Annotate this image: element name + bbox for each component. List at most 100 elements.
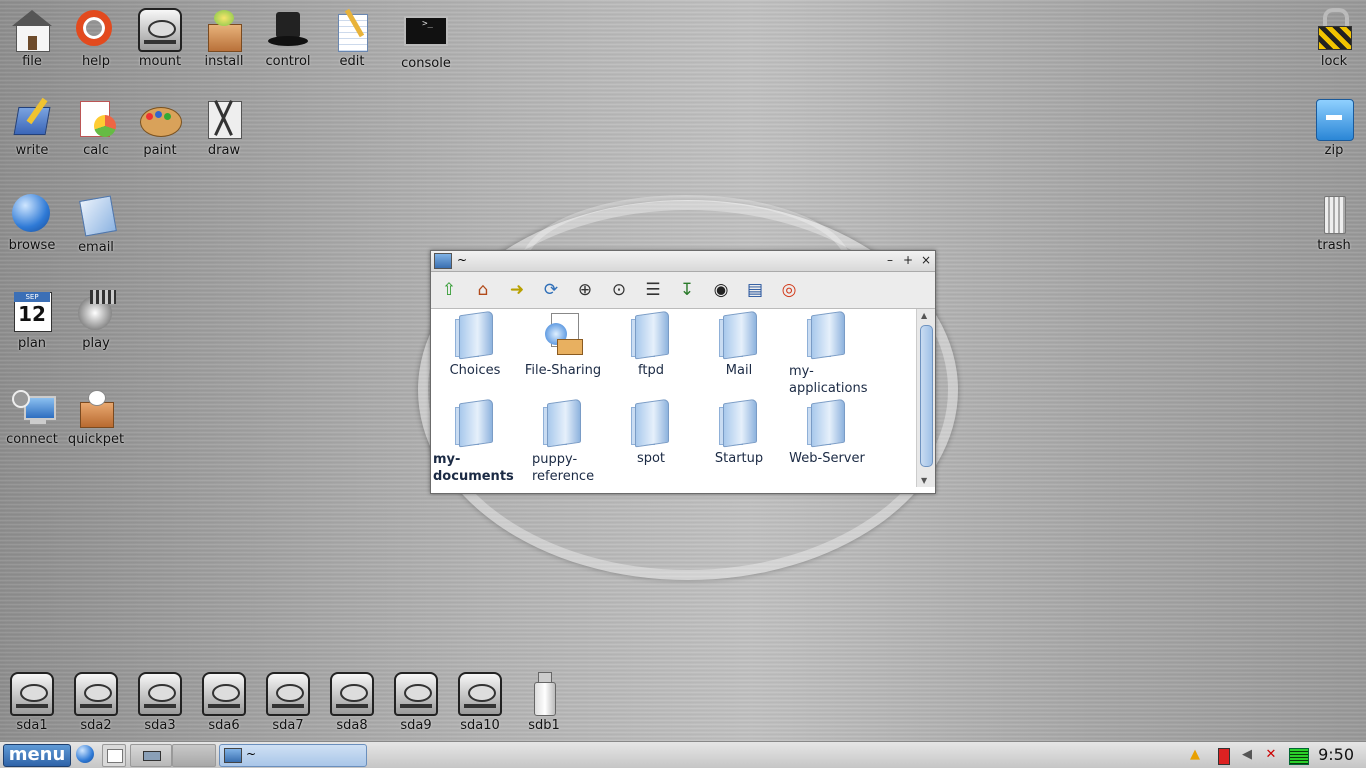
warning-icon[interactable]: ▲ <box>1186 746 1204 764</box>
help-lifebuoy-icon[interactable]: ◎ <box>777 278 801 302</box>
calendar-month: SEP <box>14 292 50 302</box>
usb-stick-icon <box>522 672 566 716</box>
file-item-label: reference <box>532 469 595 484</box>
show-hidden-eye-icon[interactable]: ◉ <box>709 278 733 302</box>
file-manager-window[interactable]: ~ – + × ⇧ ⌂ ➜ ⟳ ⊕ ⊙ ☰ ↧ ◉ ▤ ◎ Choices Fi… <box>430 250 936 494</box>
drive-icon-sdb1[interactable]: sdb1 <box>512 672 576 733</box>
desktop-icon-help[interactable]: help <box>64 8 128 69</box>
close-button[interactable]: × <box>919 253 933 267</box>
folder-icon <box>543 398 583 448</box>
desktop-icon-label: help <box>81 54 111 69</box>
vertical-scrollbar[interactable]: ▲ ▼ <box>916 309 935 487</box>
menu-button[interactable]: menu <box>3 744 71 767</box>
desktop-icon-paint[interactable]: paint <box>128 97 192 158</box>
file-item-my-applications[interactable]: my- applications <box>783 310 871 397</box>
drive-icon-sda8[interactable]: sda8 <box>320 672 384 733</box>
drive-icon-sda9[interactable]: sda9 <box>384 672 448 733</box>
desktop-icon-label: connect <box>6 432 58 447</box>
scroll-up-icon[interactable]: ▲ <box>921 311 927 320</box>
go-icon[interactable]: ➜ <box>505 278 529 302</box>
desktop-icon-control[interactable]: control <box>256 8 320 69</box>
desktop-icon-label: calc <box>83 143 109 158</box>
drive-icon-sda6[interactable]: sda6 <box>192 672 256 733</box>
drive-icon <box>138 672 182 716</box>
volume-icon[interactable]: ◀ <box>1238 746 1256 764</box>
file-item-label: my- <box>789 364 814 379</box>
home-icon[interactable]: ⌂ <box>471 278 495 302</box>
file-sharing-icon <box>543 311 583 357</box>
drive-label: sda10 <box>460 718 500 733</box>
file-item-my-documents[interactable]: my- documents <box>431 398 519 485</box>
desktop-icon-quickpet[interactable]: quickpet <box>64 386 128 447</box>
battery-icon[interactable] <box>1214 746 1232 765</box>
folder-icon <box>719 398 759 448</box>
desktop-icon-trash[interactable]: trash <box>1302 192 1366 253</box>
editor-launcher-icon[interactable] <box>102 744 126 767</box>
drive-icon-sda10[interactable]: sda10 <box>448 672 512 733</box>
drive-label: sda6 <box>208 718 240 733</box>
desktop-icon-play[interactable]: play <box>64 290 128 351</box>
desktop-icon-write[interactable]: write <box>0 97 64 158</box>
file-item-label: Startup <box>714 451 764 466</box>
zoom-in-icon[interactable]: ⊕ <box>573 278 597 302</box>
sort-az-icon[interactable]: ↧ <box>675 278 699 302</box>
calendar-icon: SEP 12 <box>10 290 54 334</box>
maximize-button[interactable]: + <box>901 253 915 267</box>
scroll-down-icon[interactable]: ▼ <box>921 476 927 485</box>
desktop-icon-calc[interactable]: calc <box>64 97 128 158</box>
folder-icon <box>807 398 847 448</box>
file-item-web-server[interactable]: Web-Server <box>783 398 871 466</box>
drive-icon-sda2[interactable]: sda2 <box>64 672 128 733</box>
desktop-icon-zip[interactable]: zip <box>1302 97 1366 158</box>
file-item-label: spot <box>636 451 666 466</box>
taskbar-window-button[interactable]: ~ <box>219 744 367 767</box>
folder-icon <box>631 310 671 360</box>
desktop-icon-connect[interactable]: connect <box>0 386 64 447</box>
workspace-2-button[interactable] <box>172 744 216 767</box>
pen-icon <box>10 97 54 141</box>
desktop-icon-label: browse <box>8 238 56 253</box>
browser-launcher-icon[interactable] <box>75 744 95 765</box>
file-item-mail[interactable]: Mail <box>695 310 783 378</box>
file-item-label: applications <box>789 381 868 396</box>
file-item-spot[interactable]: spot <box>607 398 695 466</box>
minimize-button[interactable]: – <box>883 253 897 267</box>
drive-icon <box>394 672 438 716</box>
file-item-label: File-Sharing <box>524 363 602 378</box>
desktop-icon-file[interactable]: file <box>0 8 64 69</box>
zoom-fit-icon[interactable]: ⊙ <box>607 278 631 302</box>
file-item-puppy-reference[interactable]: puppy- reference <box>519 398 607 485</box>
drive-icon-sda7[interactable]: sda7 <box>256 672 320 733</box>
window-titlebar[interactable]: ~ – + × <box>431 251 935 272</box>
file-item-ftpd[interactable]: ftpd <box>607 310 695 378</box>
desktop-icon-edit[interactable]: edit <box>320 8 384 69</box>
scrollbar-thumb[interactable] <box>920 325 933 467</box>
drive-icon-sda1[interactable]: sda1 <box>0 672 64 733</box>
desktop-icon-mount[interactable]: mount <box>128 8 192 69</box>
workspace-1-button[interactable] <box>130 744 172 767</box>
folder-icon <box>631 398 671 448</box>
file-item-choices[interactable]: Choices <box>431 310 519 378</box>
desktop-icon-browse[interactable]: browse <box>0 192 64 253</box>
file-item-file-sharing[interactable]: File-Sharing <box>519 311 607 378</box>
desktop-icon-lock[interactable]: lock <box>1302 8 1366 69</box>
clock[interactable]: 9:50 <box>1318 745 1354 764</box>
file-item-label: documents <box>433 469 514 484</box>
speaker-icon <box>74 290 118 334</box>
drive-label: sda3 <box>144 718 176 733</box>
desktop-icon-console[interactable]: >_ console <box>394 10 458 71</box>
refresh-icon[interactable]: ⟳ <box>539 278 563 302</box>
desktop-icon-draw[interactable]: draw <box>192 97 256 158</box>
desktop-icon-email[interactable]: email <box>64 194 128 255</box>
up-arrow-icon[interactable]: ⇧ <box>437 278 461 302</box>
file-item-startup[interactable]: Startup <box>695 398 783 466</box>
details-view-icon[interactable]: ☰ <box>641 278 665 302</box>
list-view-icon[interactable]: ▤ <box>743 278 767 302</box>
desktop-icon-plan[interactable]: SEP 12 plan <box>0 290 64 351</box>
folder-icon <box>455 398 495 448</box>
network-disconnected-icon[interactable]: ✕ <box>1262 746 1280 764</box>
folder-icon <box>807 310 847 360</box>
drive-icon-sda3[interactable]: sda3 <box>128 672 192 733</box>
drive-icon <box>138 8 182 52</box>
desktop-icon-install[interactable]: install <box>192 8 256 69</box>
